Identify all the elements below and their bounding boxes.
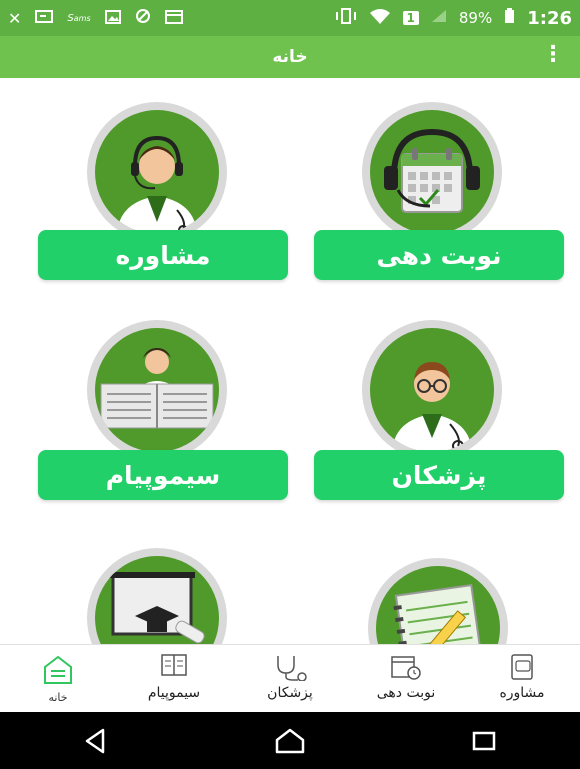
- nav-item-home[interactable]: خانه: [0, 645, 116, 712]
- news-icon: [161, 654, 187, 676]
- status-bar: ✕ Sams 1 89% 1:26: [0, 0, 580, 36]
- clock: 1:26: [527, 7, 572, 29]
- more-vert-icon[interactable]: ⋮: [542, 42, 564, 67]
- battery-level: 89%: [458, 9, 493, 27]
- doctor-icon[interactable]: [362, 320, 502, 460]
- page-title: خانه: [272, 47, 308, 67]
- vibrate-icon: [335, 7, 357, 29]
- home-icon: [44, 655, 72, 684]
- system-navigation: [0, 712, 580, 769]
- nav-label: نوبت دهی: [376, 685, 436, 701]
- doctor-headset-icon[interactable]: [87, 102, 227, 242]
- message-icon: [35, 9, 54, 28]
- nav-item-doctors[interactable]: پزشکان: [232, 645, 348, 712]
- home-icon[interactable]: [273, 726, 307, 756]
- sim-badge: 1: [402, 11, 419, 25]
- calendar-icon: [164, 9, 183, 28]
- bottom-navigation: خانه سیموپیام پزشکان نوبت دهی مشاوره: [0, 644, 580, 712]
- signal-icon: [431, 8, 447, 28]
- nav-label: مشاوره: [499, 685, 545, 701]
- samsung-icon: Sams: [67, 12, 91, 24]
- tile-simopayam-button[interactable]: سیموپیام: [38, 450, 288, 500]
- graduation-icon[interactable]: [87, 548, 227, 644]
- nav-label: پزشکان: [267, 685, 313, 701]
- tile-consult-button[interactable]: مشاوره: [38, 230, 288, 280]
- newspaper-icon[interactable]: [87, 320, 227, 460]
- close-icon: ✕: [8, 8, 22, 28]
- notebook-icon[interactable]: [368, 558, 508, 644]
- tile-doctors-button[interactable]: پزشکان: [314, 450, 564, 500]
- no-touch-icon: [135, 8, 151, 28]
- app-bar: خانه ⋮: [0, 36, 580, 78]
- main-grid: مشاوره نوبت دهی سیموپیام پزشکان: [0, 78, 580, 644]
- tablet-chat-icon: [511, 654, 533, 680]
- battery-icon: [504, 7, 515, 29]
- calendar-headset-icon[interactable]: [362, 102, 502, 242]
- stethoscope-icon: [277, 656, 307, 681]
- back-icon[interactable]: [81, 726, 111, 756]
- tile-appointment-button[interactable]: نوبت دهی: [314, 230, 564, 280]
- wifi-icon: [369, 8, 391, 29]
- image-icon: [104, 9, 121, 28]
- nav-item-appointment[interactable]: نوبت دهی: [348, 645, 464, 712]
- recents-icon[interactable]: [469, 726, 499, 756]
- nav-label: خانه: [48, 691, 68, 704]
- nav-item-simopayam[interactable]: سیموپیام: [116, 645, 232, 712]
- calendar-clock-icon: [391, 656, 421, 680]
- nav-item-consult[interactable]: مشاوره: [464, 645, 580, 712]
- nav-label: سیموپیام: [147, 685, 201, 701]
